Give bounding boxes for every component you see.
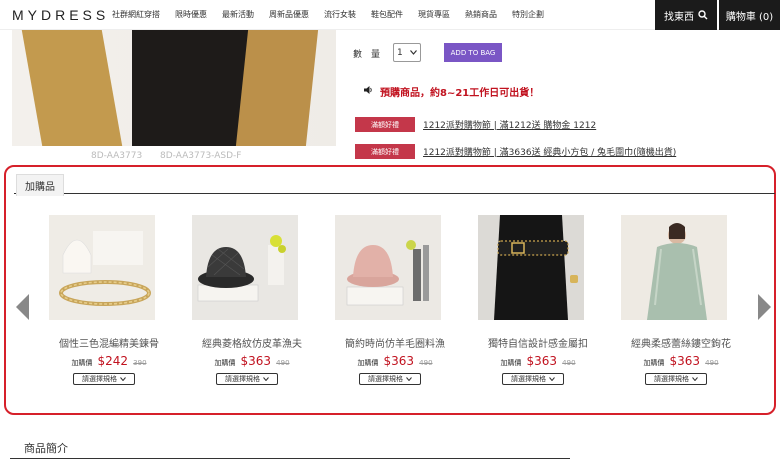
chevron-down-icon [692,377,698,381]
spec-label: 請選擇規格 [82,375,117,383]
nav-link-best-sellers[interactable]: 熱銷商品 [465,9,497,20]
search-icon [698,10,708,20]
price-label: 加購價 [214,359,236,367]
carousel-prev-arrow-icon[interactable] [16,294,29,320]
price-label: 加購價 [357,359,379,367]
search-button[interactable]: 找東西 [655,0,717,30]
spec-select[interactable]: 請選擇規格 [502,373,564,385]
speaker-icon [364,86,372,94]
addon-item-name[interactable]: 獨特自信設計感金屬扣 [464,335,612,350]
addon-item-card: 獨特自信設計感金屬扣 加購價 $363 490 請選擇規格 [464,215,588,390]
addon-item-price: 加購價 $363 490 [178,350,326,369]
spec-select[interactable]: 請選擇規格 [73,373,135,385]
spec-select[interactable]: 請選擇規格 [359,373,421,385]
nav-link-womens-wear[interactable]: 流行女裝 [324,9,356,20]
addon-price: $363 [669,354,701,368]
product-thumbnail[interactable] [49,215,155,320]
nav-link-shoes-bags[interactable]: 鞋包配件 [371,9,403,20]
spec-label: 請選擇規格 [511,375,546,383]
addon-header: 加購品 [14,174,775,196]
addon-item-name[interactable]: 簡約時尚仿羊毛圈料漁 [321,335,469,350]
addon-item-name[interactable]: 個性三色混編精美鍊骨 [35,335,183,350]
description-title: 商品簡介 [24,442,68,455]
promo-link[interactable]: 1212派對購物節 | 滿1212送 購物金 1212 [423,118,596,131]
preorder-notice: 預購商品，約8~21工作日可出貨！ [380,88,540,99]
product-thumbnail[interactable] [478,215,584,320]
quantity-value: 1 [397,47,403,58]
chevron-down-icon [263,377,269,381]
addon-item-price: 加購價 $242 390 [35,350,183,369]
nav-link-limited-offer[interactable]: 限時優惠 [175,9,207,20]
nav-link-special[interactable]: 特別企劃 [512,9,544,20]
spec-select[interactable]: 請選擇規格 [645,373,707,385]
product-variant-sku: 8D-AA3773-ASD-F [160,151,242,161]
chevron-down-icon [120,377,126,381]
nav-links: 社群網紅穿搭 限時優惠 最新活動 周新品優惠 流行女裝 鞋包配件 現貨專區 熱銷… [112,9,559,20]
addon-item-price: 加購價 $363 490 [607,350,755,369]
nav-link-in-stock[interactable]: 現貨專區 [418,9,450,20]
product-image [12,30,336,146]
pants-shape [132,30,252,146]
brand-logo[interactable]: MYDRESS [12,7,112,23]
product-thumbnail[interactable] [192,215,298,320]
promo-tag: 滿額好禮 [355,144,415,159]
spec-label: 請選擇規格 [654,375,689,383]
addon-price: $363 [526,354,558,368]
belt-image [478,215,584,320]
addon-title-tab: 加購品 [16,174,64,196]
addon-item-card: 個性三色混編精美鍊骨 加購價 $242 390 請選擇規格 [35,215,159,390]
addon-item-price: 加購價 $363 490 [321,350,469,369]
promo-tag: 滿額好禮 [355,117,415,132]
addon-item-name[interactable]: 經典菱格紋仿皮革漁夫 [178,335,326,350]
bucket-hat-image [192,215,298,320]
spec-select[interactable]: 請選擇規格 [216,373,278,385]
original-price: 390 [133,359,147,367]
addon-price: $242 [97,354,129,368]
wool-hat-image [335,215,441,320]
product-thumbnail[interactable] [335,215,441,320]
addon-price: $363 [383,354,415,368]
necklace-image [49,215,155,320]
original-price: 490 [705,359,719,367]
spec-label: 請選擇規格 [225,375,260,383]
addon-item-card: 經典柔感蕾絲鏤空鉤花 加購價 $363 490 請選擇規格 [607,215,731,390]
add-to-bag-button[interactable]: ADD TO BAG [444,43,502,62]
coat-right-shape [235,30,319,146]
spec-label: 請選擇規格 [368,375,403,383]
product-sku: 8D-AA3773 [91,151,143,161]
quantity-label: 數 量 [353,50,381,60]
nav-link-events[interactable]: 最新活動 [222,9,254,20]
promo-link[interactable]: 1212派對購物節 | 滿3636送 經典小方包 / 兔毛圍巾(隨機出貨) [423,145,676,158]
description-divider [10,458,570,459]
price-label: 加購價 [500,359,522,367]
addon-item-price: 加購價 $363 490 [464,350,612,369]
shawl-image [621,215,727,320]
price-label: 加購價 [643,359,665,367]
original-price: 490 [562,359,576,367]
addon-item-card: 簡約時尚仿羊毛圈料漁 加購價 $363 490 請選擇規格 [321,215,445,390]
cart-button[interactable]: 購物車 (0) [719,0,780,30]
addon-item-card: 經典菱格紋仿皮革漁夫 加購價 $363 490 請選擇規格 [178,215,302,390]
chevron-down-icon [406,377,412,381]
search-label: 找東西 [664,11,694,23]
coat-left-shape [21,30,123,146]
nav-link-influencer[interactable]: 社群網紅穿搭 [112,9,160,20]
original-price: 490 [276,359,290,367]
quantity-select[interactable]: 1 [393,43,421,62]
original-price: 490 [419,359,433,367]
addon-price: $363 [240,354,272,368]
chevron-down-icon [410,50,417,55]
nav-link-weekly-new[interactable]: 周新品優惠 [269,9,309,20]
carousel-next-arrow-icon[interactable] [758,294,771,320]
chevron-down-icon [549,377,555,381]
price-label: 加購價 [71,359,93,367]
addon-item-name[interactable]: 經典柔感蕾絲鏤空鉤花 [607,335,755,350]
product-thumbnail[interactable] [621,215,727,320]
